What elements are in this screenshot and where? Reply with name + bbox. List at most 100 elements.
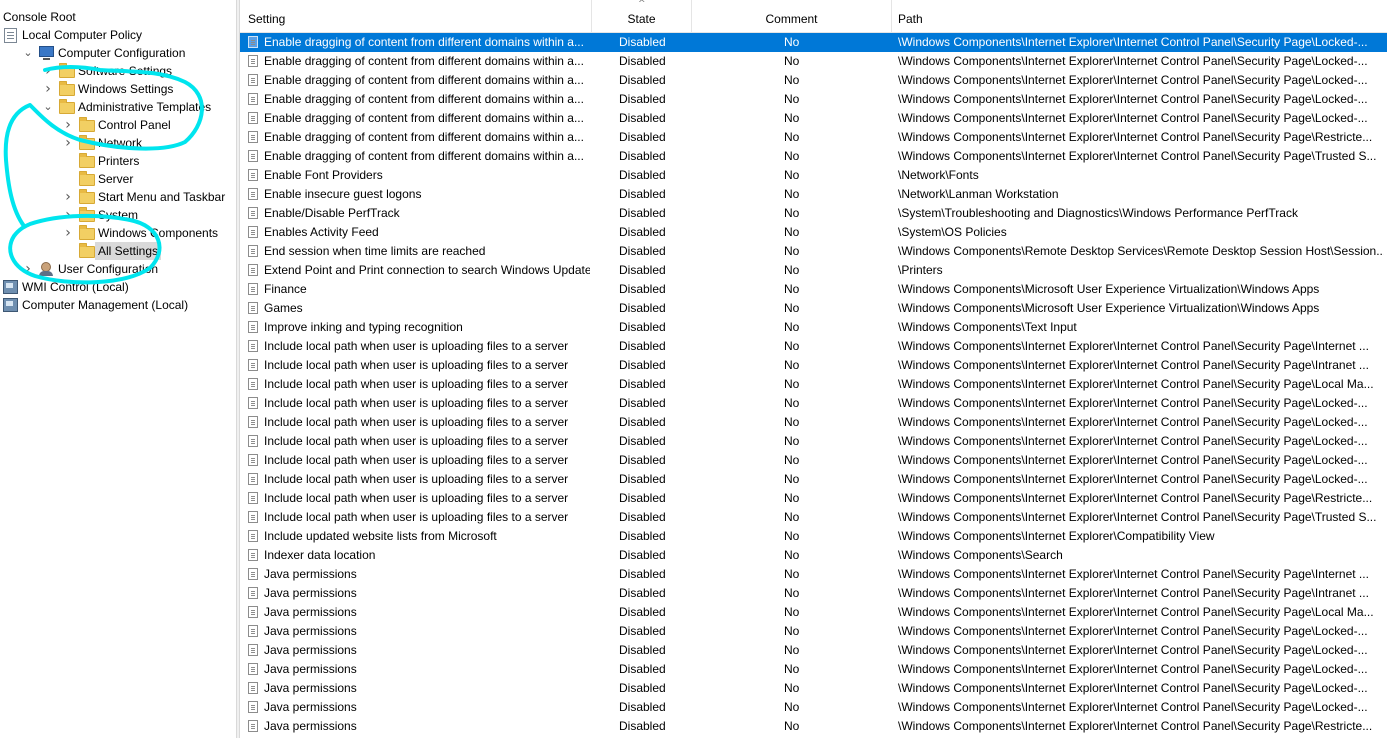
table-row[interactable]: Enable dragging of content from differen…	[240, 52, 1387, 71]
tree-computer-configuration[interactable]: ⌄ Computer Configuration	[0, 44, 236, 62]
table-row[interactable]: Enables Activity Feed Disabled No \System\O…	[240, 223, 1387, 242]
table-row[interactable]: Enable dragging of content from differen…	[240, 90, 1387, 109]
table-row[interactable]: Enable dragging of content from differen…	[240, 71, 1387, 90]
policy-setting-icon	[248, 701, 258, 713]
table-row[interactable]: Enable dragging of content from differen…	[240, 33, 1387, 52]
column-header-setting[interactable]: Setting	[240, 0, 592, 32]
cell-setting: Java permissions	[264, 643, 357, 657]
cell-comment: No	[784, 301, 800, 315]
folder-icon-shape	[59, 63, 75, 78]
cell-comment: No	[784, 149, 800, 163]
column-header-path[interactable]: Path	[892, 0, 1387, 32]
tree-computer-management[interactable]: Computer Management (Local)	[0, 296, 236, 314]
cell-comment: No	[784, 263, 800, 277]
folder-icon-shape	[79, 117, 95, 132]
table-row[interactable]: Indexer data location Disabled No \Windows …	[240, 546, 1387, 565]
tree-control-panel[interactable]: › Control Panel	[0, 116, 236, 134]
tree-start-menu-and-taskbar[interactable]: › Start Menu and Taskbar	[0, 188, 236, 206]
table-row[interactable]: Games Disabled No \Windows Components\Micro…	[240, 299, 1387, 318]
chevron-down-icon[interactable]: ⌄	[23, 44, 33, 62]
table-row[interactable]: Include local path when user is uploadin…	[240, 413, 1387, 432]
table-row[interactable]: Include local path when user is uploadin…	[240, 508, 1387, 527]
cell-path: \Windows Components\Microsoft User Exper…	[898, 282, 1320, 296]
chevron-right-icon[interactable]: ›	[23, 260, 33, 278]
cell-comment: No	[784, 605, 800, 619]
table-row[interactable]: Include local path when user is uploadin…	[240, 470, 1387, 489]
table-row[interactable]: Finance Disabled No \Windows Components\Mic…	[240, 280, 1387, 299]
chevron-right-icon[interactable]: ›	[63, 188, 73, 206]
table-row[interactable]: Improve inking and typing recognition Dis…	[240, 318, 1387, 337]
tree-node-label: Computer Configuration	[58, 46, 186, 60]
cell-path: \Windows Components\Search	[898, 548, 1063, 562]
table-row[interactable]: Include local path when user is uploadin…	[240, 451, 1387, 470]
cell-setting: Enable dragging of content from differen…	[264, 130, 584, 144]
table-row[interactable]: Include local path when user is uploadin…	[240, 375, 1387, 394]
chevron-right-icon[interactable]: ›	[63, 134, 73, 152]
column-header-state[interactable]: ^ State	[592, 0, 692, 32]
cell-state: Disabled	[619, 624, 666, 638]
column-header-comment[interactable]: Comment	[692, 0, 892, 32]
tree-system[interactable]: › System	[0, 206, 236, 224]
table-row[interactable]: Include local path when user is uploadin…	[240, 337, 1387, 356]
tree-windows-settings[interactable]: › Windows Settings	[0, 80, 236, 98]
table-row[interactable]: Java permissions Disabled No \Windows Compo…	[240, 603, 1387, 622]
table-row[interactable]: Java permissions Disabled No \Windows Compo…	[240, 660, 1387, 679]
table-row[interactable]: Enable Font Providers Disabled No \Network\…	[240, 166, 1387, 185]
table-row[interactable]: Java permissions Disabled No \Windows Compo…	[240, 698, 1387, 717]
table-row[interactable]: Java permissions Disabled No \Windows Compo…	[240, 641, 1387, 660]
cell-comment: No	[784, 111, 800, 125]
cell-state: Disabled	[619, 434, 666, 448]
management-console-icon-shape	[3, 298, 18, 312]
table-row[interactable]: Java permissions Disabled No \Windows Compo…	[240, 584, 1387, 603]
tree-user-configuration[interactable]: › User Configuration	[0, 260, 236, 278]
tree-console-root[interactable]: Console Root	[0, 8, 236, 26]
table-row[interactable]: Enable dragging of content from differen…	[240, 147, 1387, 166]
table-row[interactable]: Include local path when user is uploadin…	[240, 394, 1387, 413]
table-row[interactable]: Java permissions Disabled No \Windows Compo…	[240, 679, 1387, 698]
cell-setting: Java permissions	[264, 624, 357, 638]
policy-document-icon-shape	[4, 28, 17, 43]
tree-administrative-templates[interactable]: ⌄ Administrative Templates	[0, 98, 236, 116]
chevron-right-icon[interactable]: ›	[63, 116, 73, 134]
cell-path: \Windows Components\Internet Explorer\In…	[898, 35, 1368, 49]
chevron-right-icon[interactable]: ›	[63, 206, 73, 224]
tree-all-settings[interactable]: All Settings	[0, 242, 236, 260]
table-row[interactable]: Java permissions Disabled No \Windows Compo…	[240, 717, 1387, 736]
tree-software-settings[interactable]: › Software Settings	[0, 62, 236, 80]
chevron-right-icon[interactable]: ›	[43, 80, 53, 98]
table-row[interactable]: Include local path when user is uploadin…	[240, 489, 1387, 508]
table-row[interactable]: Include updated website lists from Micro…	[240, 527, 1387, 546]
chevron-down-icon[interactable]: ⌄	[43, 98, 53, 116]
table-row[interactable]: Enable/Disable PerfTrack Disabled No \Syste…	[240, 204, 1387, 223]
cell-setting: Enable dragging of content from differen…	[264, 111, 584, 125]
policy-setting-icon	[248, 112, 258, 124]
tree-windows-components[interactable]: › Windows Components	[0, 224, 236, 242]
cell-state: Disabled	[619, 491, 666, 505]
settings-list[interactable]: Setting ^ State Comment Path Enable drag…	[240, 0, 1387, 738]
cell-path: \System\OS Policies	[898, 225, 1007, 239]
cell-comment: No	[784, 92, 800, 106]
table-row[interactable]: Java permissions Disabled No \Windows Compo…	[240, 622, 1387, 641]
policy-setting-icon	[248, 587, 258, 599]
tree-wmi-control[interactable]: WMI Control (Local)	[0, 278, 236, 296]
table-row[interactable]: Java permissions Disabled No \Windows Compo…	[240, 565, 1387, 584]
tree-server[interactable]: Server	[0, 170, 236, 188]
table-row[interactable]: Extend Point and Print connection to sea…	[240, 261, 1387, 280]
tree-local-computer-policy[interactable]: Local Computer Policy	[0, 26, 236, 44]
cell-path: \Windows Components\Microsoft User Exper…	[898, 301, 1320, 315]
table-row[interactable]: Enable insecure guest logons Disabled No \N…	[240, 185, 1387, 204]
cell-comment: No	[784, 358, 800, 372]
table-row[interactable]: End session when time limits are reached…	[240, 242, 1387, 261]
table-row[interactable]: Include local path when user is uploadin…	[240, 356, 1387, 375]
cell-state: Disabled	[619, 510, 666, 524]
tree-network[interactable]: › Network	[0, 134, 236, 152]
table-row[interactable]: Include local path when user is uploadin…	[240, 432, 1387, 451]
table-row[interactable]: Enable dragging of content from differen…	[240, 128, 1387, 147]
tree-printers[interactable]: Printers	[0, 152, 236, 170]
tree-node-label: Console Root	[3, 10, 76, 24]
chevron-right-icon[interactable]: ›	[43, 62, 53, 80]
chevron-right-icon[interactable]: ›	[63, 224, 73, 242]
console-tree[interactable]: Console Root Local Computer Policy ⌄ Comput…	[0, 0, 236, 738]
cell-path: \Windows Components\Internet Explorer\In…	[898, 434, 1368, 448]
table-row[interactable]: Enable dragging of content from differen…	[240, 109, 1387, 128]
